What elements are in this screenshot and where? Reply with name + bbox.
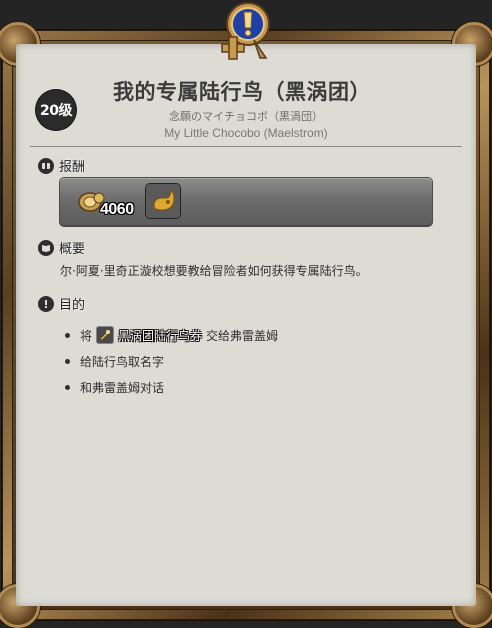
chocobo-whistle-icon [146, 184, 180, 218]
objectives-list: 将 黑涡团陆行鸟券 交给弗雷盖姆 给陆行鸟取名字 和弗雷盖姆对话 [60, 322, 460, 400]
rewards-box: 4060 [60, 178, 432, 226]
objective-suffix: 交给弗雷盖姆 [206, 328, 279, 343]
chocobo-ticket-icon[interactable] [96, 326, 115, 344]
rewards-heading: 报酬 [38, 156, 85, 175]
rewards-heading-label: 报酬 [59, 160, 86, 175]
summary-heading-label: 概要 [59, 242, 86, 257]
reward-item-slot[interactable] [146, 184, 180, 218]
summary-icon [38, 239, 54, 256]
objective-item: 将 黑涡团陆行鸟券 交给弗雷盖姆 [60, 322, 460, 348]
objectives-heading: 目的 [38, 294, 85, 313]
summary-text: 尔·阿夏·里奇正漩校想要教给冒险者如何获得专属陆行鸟。 [60, 264, 368, 278]
gil-reward-amount: 4060 [100, 201, 134, 218]
rewards-icon [38, 157, 54, 174]
quest-emblem-icon [221, 2, 270, 60]
objectives-heading-label: 目的 [59, 298, 86, 313]
quest-title: 我的专属陆行鸟（黑涡团） [113, 80, 371, 104]
objective-text: 和弗雷盖姆对话 [80, 380, 165, 395]
objective-text: 给陆行鸟取名字 [80, 354, 165, 369]
objective-item-name[interactable]: 黑涡团陆行鸟券 [118, 327, 202, 344]
header-divider [30, 146, 462, 147]
objective-item: 给陆行鸟取名字 [60, 348, 460, 374]
objectives-icon [38, 295, 54, 312]
objective-prefix: 将 [80, 328, 93, 343]
quest-level-badge: 20级 [36, 90, 76, 130]
summary-heading: 概要 [38, 238, 85, 257]
objective-item: 和弗雷盖姆对话 [60, 374, 460, 400]
quest-subtitle-english: My Little Chocobo (Maelstrom) [164, 126, 328, 140]
quest-subtitle-japanese: 念願のマイチョコボ（黒渦団） [169, 110, 323, 123]
